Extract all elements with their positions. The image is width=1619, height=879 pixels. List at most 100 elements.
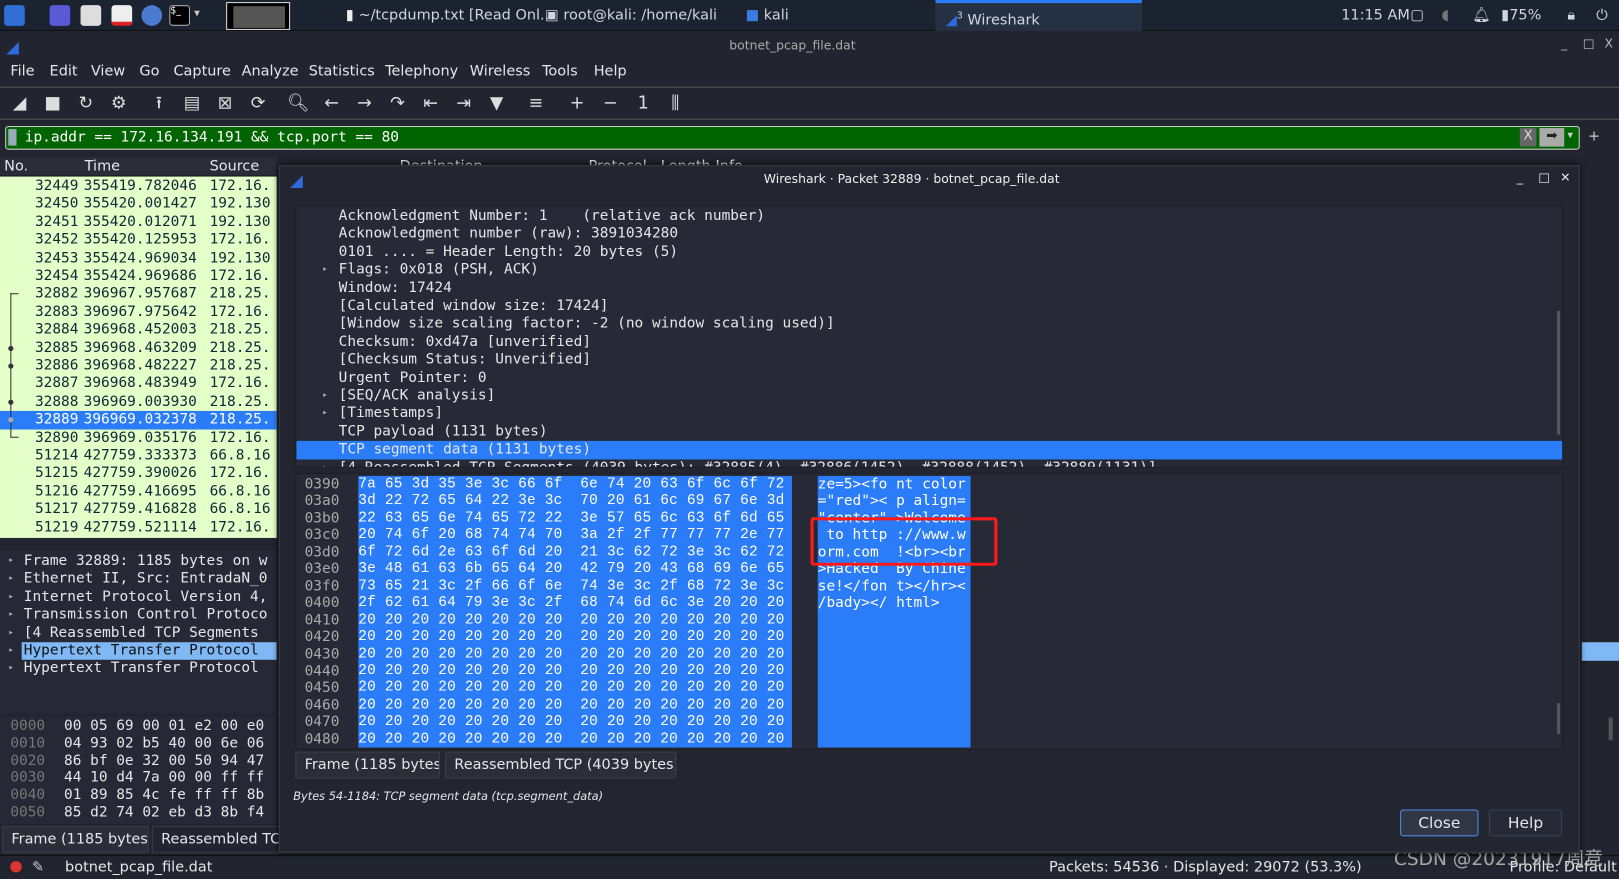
capture-options-icon[interactable]: ⚙	[107, 92, 130, 115]
tree-row[interactable]: TCP segment data (1131 bytes)	[296, 441, 1563, 460]
dialog-close-icon[interactable]: ✕	[1560, 170, 1570, 184]
menu-tools[interactable]: Tools	[542, 63, 578, 80]
maximize-button[interactable]: □	[1583, 36, 1595, 50]
menu-analyze[interactable]: Analyze	[242, 63, 299, 80]
tree-row[interactable]: TCP payload (1131 bytes)	[296, 423, 1562, 441]
packet-row[interactable]: 32450 355420.001427 192.130	[0, 196, 277, 214]
column-header-source[interactable]: Source	[210, 158, 260, 175]
normal-size-icon[interactable]: 1	[632, 92, 655, 115]
start-capture-icon[interactable]: ◢	[8, 92, 31, 115]
volume-icon[interactable]: ◖	[1441, 0, 1449, 31]
expand-arrow-icon[interactable]: ▸	[8, 660, 14, 678]
reload-file-icon[interactable]: ⟳	[247, 92, 270, 115]
clear-filter-button[interactable]: X	[1519, 128, 1537, 147]
dialog-tab-frame[interactable]: Frame (1185 bytes)	[295, 751, 440, 779]
zoom-in-icon[interactable]: +	[566, 92, 589, 115]
packet-bytes-pane[interactable]: 0000 00 05 69 00 01 e2 00 e0 0010 04 93 02 …	[0, 716, 277, 824]
file-properties-icon[interactable]: ▤	[181, 92, 204, 115]
packet-row[interactable]: 51214 427759.333373 66.8.16	[0, 447, 277, 465]
packet-row[interactable]: 32449 355419.782046 172.16.	[0, 178, 277, 196]
show-desktop-icon[interactable]	[49, 5, 71, 26]
detail-row[interactable]: ▸ Ethernet II, Src: EntradaN_0	[0, 570, 277, 588]
dialog-maximize-button[interactable]: □	[1538, 170, 1550, 184]
tree-row[interactable]: ▸ [SEQ/ACK analysis]	[296, 387, 1562, 405]
help-button[interactable]: Help	[1488, 809, 1563, 837]
dialog-hex-pane[interactable]: 0390 7a 65 3d 35 3e 3c 66 6f 6e 74 20 63 …	[295, 472, 1564, 750]
task-kali-folder[interactable]: ■ kali	[745, 0, 788, 31]
close-file-icon[interactable]: ⊠	[214, 92, 237, 115]
logout-icon[interactable]: ⏻	[1596, 0, 1607, 31]
auto-scroll-icon[interactable]: ▼	[485, 92, 508, 115]
expand-arrow-icon[interactable]: ▸	[8, 588, 14, 606]
detail-row[interactable]: ▸ Transmission Control Protoco	[0, 606, 277, 624]
go-back-icon[interactable]: ←	[320, 92, 343, 115]
packet-row[interactable]: 32887 396968.483949 172.16.	[0, 375, 277, 393]
packet-row[interactable]: 32884 396968.452003 218.25.	[0, 321, 277, 339]
packet-row[interactable]: 32454 355424.969686 172.16.	[0, 267, 277, 285]
expand-arrow-icon[interactable]: ▸	[8, 552, 14, 570]
zoom-out-icon[interactable]: −	[599, 92, 622, 115]
tree-row[interactable]: Urgent Pointer: 0	[296, 369, 1562, 387]
tab-frame[interactable]: Frame (1185 bytes)	[2, 826, 149, 853]
display-filter-input[interactable]: ip.addr == 172.16.134.191 && tcp.port ==…	[5, 125, 1580, 150]
scrollbar[interactable]	[1608, 717, 1613, 741]
menu-go[interactable]: Go	[139, 63, 159, 80]
detail-row[interactable]: ▸ Hypertext Transfer Protocol	[0, 642, 277, 660]
column-header-time[interactable]: Time	[85, 158, 120, 175]
tree-row[interactable]: Checksum: 0xd47a [unverified]	[296, 333, 1562, 351]
expand-arrow-icon[interactable]: ▸	[322, 405, 328, 423]
menu-telephony[interactable]: Telephony	[385, 63, 458, 80]
detail-row[interactable]: ▸ Frame 32889: 1185 bytes on w	[0, 552, 277, 570]
menu-file[interactable]: File	[10, 63, 34, 80]
menu-wireless[interactable]: Wireless	[470, 63, 530, 80]
task-terminal[interactable]: ▣ root@kali: /home/kali	[545, 0, 717, 31]
tree-row[interactable]: ▸ [4 Reassembled TCP Segments (4039 bytes…	[296, 459, 1562, 467]
packet-row[interactable]: 32451 355420.012071 192.130	[0, 214, 277, 232]
resize-columns-icon[interactable]: ⫼	[664, 92, 687, 115]
packet-row[interactable]: 32883 396967.975642 172.16.	[0, 303, 277, 321]
menu-view[interactable]: View	[91, 63, 125, 80]
colorize-icon[interactable]: ≡	[525, 92, 548, 115]
file-manager-icon[interactable]	[80, 5, 102, 26]
go-to-packet-icon[interactable]: ↷	[386, 92, 409, 115]
chevron-down-icon[interactable]: ▾	[194, 6, 200, 19]
expert-info-icon[interactable]	[10, 861, 22, 873]
packet-row[interactable]: 32885 396968.463209 218.25.	[0, 339, 277, 357]
column-header-no[interactable]: No.	[4, 158, 28, 175]
tree-row[interactable]: [Checksum Status: Unverified]	[296, 351, 1562, 369]
expand-arrow-icon[interactable]: ▸	[8, 624, 14, 642]
packet-row[interactable]: 32452 355420.125953 172.16.	[0, 231, 277, 249]
clock[interactable]: 11:15 AM	[1341, 0, 1410, 31]
dialog-detail-tree[interactable]: Acknowledgment Number: 1 (relative ack n…	[295, 205, 1564, 468]
display-icon[interactable]: ▢	[1410, 0, 1424, 31]
expand-arrow-icon[interactable]: ▸	[8, 606, 14, 624]
find-packet-icon[interactable]: 🔍︎	[287, 92, 310, 115]
detail-row[interactable]: ▸ Internet Protocol Version 4,	[0, 588, 277, 606]
last-packet-icon[interactable]: ⇥	[452, 92, 475, 115]
tree-row[interactable]: Acknowledgment number (raw): 3891034280	[296, 225, 1562, 243]
packet-row[interactable]: 32882 396967.957687 218.25.	[0, 285, 277, 303]
dialog-tab-reassembled-tcp[interactable]: Reassembled TCP (4039 bytes)	[445, 751, 677, 779]
go-forward-icon[interactable]: →	[353, 92, 376, 115]
capture-comment-icon[interactable]: ✎	[32, 859, 44, 876]
first-packet-icon[interactable]: ⇤	[419, 92, 442, 115]
task-tcpdump[interactable]: ▮ ~/tcpdump.txt [Read Onl...	[346, 0, 554, 31]
detail-row[interactable]: ▸ [4 Reassembled TCP Segments	[0, 624, 277, 642]
apply-filter-button[interactable]: ➡	[1539, 128, 1565, 147]
hex-scrollbar[interactable]	[1557, 703, 1561, 735]
tab-reassembled-tcp[interactable]: Reassembled TCP (4039 bytes)	[151, 826, 281, 853]
tree-row[interactable]: [Window size scaling factor: -2 (no wind…	[296, 315, 1562, 333]
tree-row[interactable]: Acknowledgment Number: 1 (relative ack n…	[296, 208, 1562, 226]
tree-row[interactable]: ▸ [Timestamps]	[296, 405, 1562, 423]
packet-row[interactable]: 32886 396968.482227 218.25.	[0, 357, 277, 375]
kali-menu-icon[interactable]	[4, 5, 25, 26]
packet-row[interactable]: 51219 427759.521114 172.16.	[0, 519, 277, 537]
packet-row[interactable]: 51217 427759.416828 66.8.16	[0, 501, 277, 519]
add-filter-button[interactable]: +	[1588, 128, 1600, 145]
packet-row[interactable]: 32888 396969.003930 218.25.	[0, 393, 277, 411]
expand-arrow-icon[interactable]: ▸	[322, 387, 328, 405]
packet-row[interactable]: 32890 396969.035176 172.16.	[0, 429, 277, 447]
tree-scrollbar[interactable]	[1557, 310, 1561, 435]
expand-arrow-icon[interactable]: ▸	[8, 642, 14, 660]
restart-capture-icon[interactable]: ↻	[74, 92, 97, 115]
